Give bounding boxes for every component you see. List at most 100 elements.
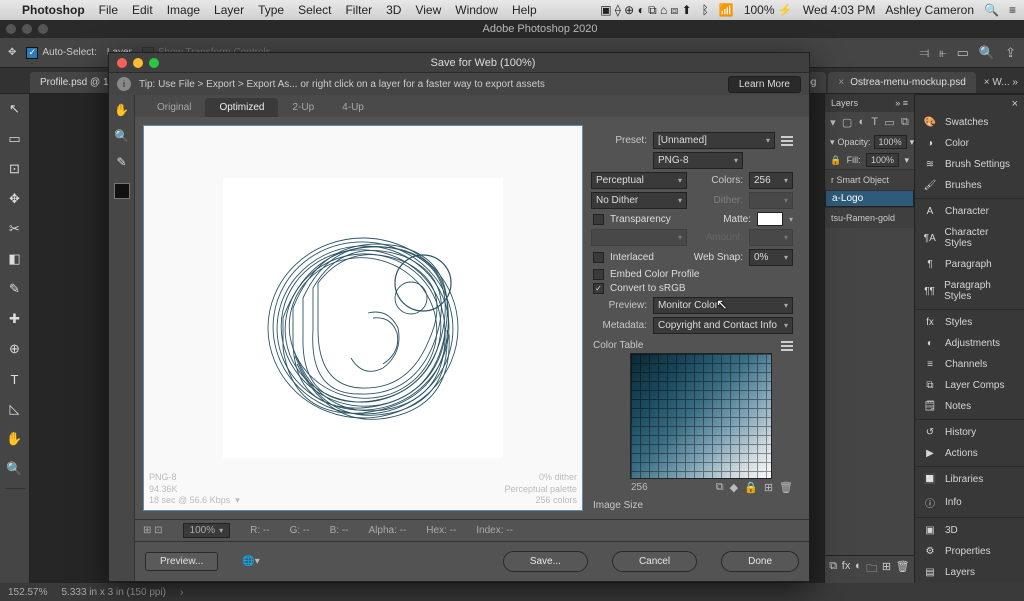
menu-view[interactable]: View [415,3,441,17]
panel-actions[interactable]: ▶Actions [915,443,1024,464]
matte-swatch[interactable] [757,212,783,226]
done-button[interactable]: Done [721,551,799,572]
panel-info[interactable]: ⓘInfo [915,490,1024,515]
align-icon[interactable]: ⫤ [919,45,929,61]
tool-brush[interactable]: ✎ [4,278,26,300]
wifi-icon[interactable]: 📶 [719,3,734,17]
tab-2up[interactable]: 2-Up [278,98,328,117]
panel-adjustments[interactable]: ◐Adjustments [915,333,1024,354]
format-select[interactable]: PNG-8▾ [653,152,743,169]
save-button[interactable]: Save... [503,551,588,572]
color-table[interactable] [631,354,771,478]
layers-menu-icon[interactable]: » ≡ [895,98,908,108]
panel-history[interactable]: ↺History [915,422,1024,443]
colors-select[interactable]: 256▾ [749,172,793,189]
sfw-hand-tool[interactable]: ✋ [113,101,131,119]
fill-value[interactable]: 100% [866,153,899,167]
layer-kind-img-icon[interactable]: ▢ [842,116,852,129]
convert-check[interactable] [593,283,604,294]
sfw-grid-icon[interactable]: ⊞ ⊡ [143,525,163,536]
layer-filter-icon[interactable]: ▾ [830,116,836,129]
tool-pen[interactable]: ◺ [4,398,26,420]
color-table-menu-icon[interactable] [781,341,793,351]
menu-3d[interactable]: 3D [386,3,401,17]
panel-libraries[interactable]: 🔲Libraries [915,469,1024,490]
tab-overflow[interactable]: × W... » [978,72,1024,93]
layers-title[interactable]: Layers [831,98,858,108]
tool-eyedrop[interactable]: ◧ [4,248,26,270]
browser-icon[interactable]: 🌐▾ [242,556,259,567]
tool-frame[interactable]: ✂ [4,218,26,240]
ct-icon-1[interactable]: ⧉ [716,481,724,494]
sfw-canvas[interactable] [143,125,583,511]
layer-kind-smart-icon[interactable]: ⧉ [901,116,909,129]
new-group-icon[interactable]: 🗀 [866,560,877,579]
menu-file[interactable]: File [99,3,118,17]
tool-gradient[interactable]: ⊕ [4,338,26,360]
menu-image[interactable]: Image [167,3,200,17]
layer-kind-shape-icon[interactable]: ▭ [884,116,894,129]
panel-character[interactable]: ACharacter [915,201,1024,222]
reduction-select[interactable]: Perceptual▾ [591,172,687,189]
layer-item-2[interactable]: a-Logo [825,190,914,207]
cancel-button[interactable]: Cancel [612,551,697,572]
menu-filter[interactable]: Filter [345,3,372,17]
panel-layers[interactable]: ▤Layers [915,562,1024,583]
transparency-check[interactable] [593,214,604,225]
tool-lasso[interactable]: ⊡ [4,158,26,180]
interlaced-check[interactable] [593,252,604,263]
opacity-value[interactable]: 100% [874,135,907,149]
panel-brush-settings[interactable]: ≋Brush Settings [915,154,1024,175]
menu-app[interactable]: Photoshop [22,3,85,17]
dither-select[interactable]: No Dither▾ [591,192,687,209]
panel-paragraph[interactable]: ¶Paragraph [915,254,1024,275]
spotlight-icon[interactable]: 🔍 [984,3,999,17]
sfw-titlebar[interactable]: Save for Web (100%) [109,53,809,73]
preview-button[interactable]: Preview... [145,552,218,571]
ct-icon-2[interactable]: ◆ [730,481,738,494]
tab-optimized[interactable]: Optimized [205,98,278,117]
panel-styles[interactable]: fxStyles [915,312,1024,333]
tab-ostrea[interactable]: ×Ostrea-menu-mockup.psd [828,72,975,93]
zoom-level[interactable]: 152.57% [8,587,47,598]
workspace-icon[interactable]: ▭ [957,45,969,61]
menu-window[interactable]: Window [455,3,498,17]
menu-help[interactable]: Help [512,3,537,17]
sfw-zoom-tool[interactable]: 🔍 [113,127,131,145]
menu-edit[interactable]: Edit [132,3,153,17]
websnap-select[interactable]: 0%▾ [749,249,793,266]
lock-icons[interactable]: 🔒 [830,155,841,166]
learn-more-button[interactable]: Learn More [728,76,801,93]
bluetooth-icon[interactable]: ᛒ [702,3,709,17]
layer-item-1[interactable]: r Smart Object [825,169,914,190]
search-icon[interactable]: 🔍 [979,45,995,61]
sfw-zoom-select[interactable]: 100%▾ [183,523,231,538]
distribute-icon[interactable]: ⫦ [939,45,946,61]
sfw-eyedropper-tool[interactable]: ✎ [113,153,131,171]
panel-color[interactable]: ◑Color [915,133,1024,154]
preview-select[interactable]: Monitor Color▾ ↖ [653,297,793,314]
preset-menu-icon[interactable] [781,136,793,146]
menu-type[interactable]: Type [258,3,284,17]
new-layer-icon[interactable]: ⊞ [882,560,891,579]
panel-paragraph-styles[interactable]: ¶¶Paragraph Styles [915,275,1024,307]
link-layers-icon[interactable]: ⧉ [829,560,837,579]
tool-type[interactable]: T [4,368,26,390]
layer-item-3[interactable]: tsu-Ramen-gold [825,207,914,228]
panel-character-styles[interactable]: ¶ACharacter Styles [915,222,1024,254]
panel-brushes[interactable]: 🖌Brushes [915,175,1024,196]
ct-icon-3[interactable]: 🔒 [744,481,758,494]
tool-marquee[interactable]: ▭ [4,128,26,150]
layer-kind-adj-icon[interactable]: ◐ [859,116,866,129]
panel-close-icon[interactable]: × [1012,98,1018,110]
preset-select[interactable]: [Unnamed]▾ [653,132,775,149]
menu-select[interactable]: Select [298,3,331,17]
tool-move[interactable]: ↖ [4,98,26,120]
tool-hand[interactable]: ✋ [4,428,26,450]
panel-notes[interactable]: 🗒Notes [915,396,1024,417]
layer-mask-icon[interactable]: ◐ [855,560,862,579]
metadata-select[interactable]: Copyright and Contact Info▾ [653,317,793,334]
tool-zoom[interactable]: 🔍 [4,458,26,480]
auto-select-check[interactable]: ✓Auto-Select: [26,47,96,59]
clock[interactable]: Wed 4:03 PM [803,3,875,17]
